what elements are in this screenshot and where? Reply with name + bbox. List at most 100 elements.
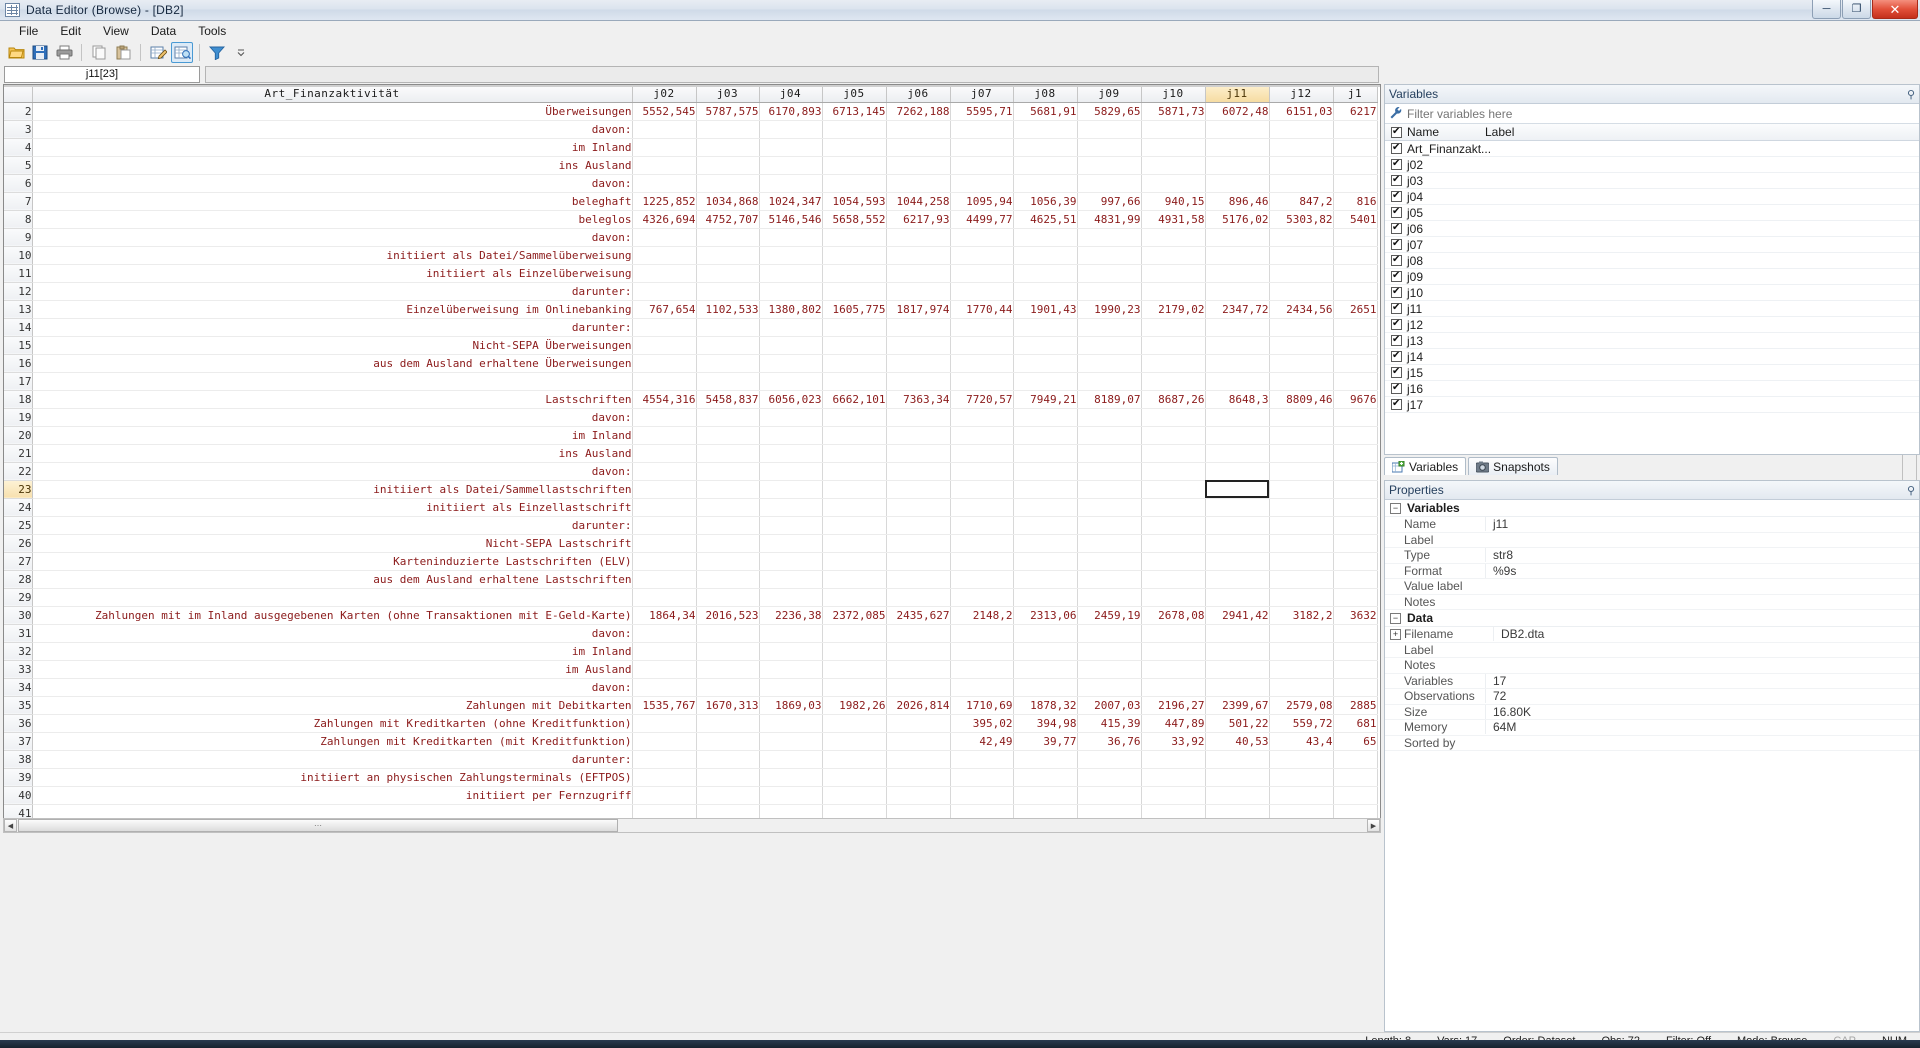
cell-j09[interactable]	[1077, 642, 1142, 661]
tab-variables[interactable]: Variables	[1384, 457, 1467, 475]
cell-j05[interactable]: 5658,552	[822, 210, 887, 229]
table-row[interactable]: 5 ins Ausland	[4, 156, 1378, 175]
cell-j12[interactable]	[1269, 156, 1334, 175]
column-header-j12[interactable]: j12	[1269, 85, 1334, 103]
cell-j07[interactable]	[950, 408, 1014, 427]
cell-j13[interactable]	[1333, 282, 1378, 301]
cell-j08[interactable]	[1013, 642, 1078, 661]
cell-j11[interactable]	[1205, 642, 1270, 661]
close-button[interactable]: ✕	[1872, 0, 1918, 19]
row-header[interactable]: 14	[4, 318, 33, 337]
cell-j04[interactable]	[759, 624, 823, 643]
table-row[interactable]: 9 davon:	[4, 228, 1378, 247]
cell-j06[interactable]	[886, 768, 951, 787]
cell-label[interactable]: beleghaft	[32, 192, 633, 211]
row-header[interactable]: 30	[4, 606, 33, 625]
cell-j13[interactable]	[1333, 156, 1378, 175]
table-row[interactable]: 6 davon:	[4, 174, 1378, 193]
cell-j06[interactable]: 1817,974	[886, 300, 951, 319]
cell-j13[interactable]	[1333, 336, 1378, 355]
cell-j05[interactable]	[822, 588, 887, 607]
list-item[interactable]: j03	[1385, 173, 1919, 189]
cell-j05[interactable]	[822, 174, 887, 193]
cell-j13[interactable]	[1333, 570, 1378, 589]
cell-j07[interactable]	[950, 174, 1014, 193]
open-icon[interactable]	[5, 42, 27, 63]
cell-label[interactable]: Überweisungen	[32, 102, 633, 121]
property-expander-icon[interactable]: +	[1390, 628, 1401, 640]
save-icon[interactable]	[29, 42, 51, 63]
cell-j02[interactable]: 4326,694	[632, 210, 697, 229]
cell-j07[interactable]	[950, 480, 1014, 499]
cell-j10[interactable]	[1141, 444, 1206, 463]
cell-j11[interactable]	[1205, 426, 1270, 445]
cell-j13[interactable]	[1333, 444, 1378, 463]
table-row[interactable]: 22 davon:	[4, 462, 1378, 481]
cell-j02[interactable]	[632, 714, 697, 733]
cell-label[interactable]: Karteninduzierte Lastschriften (ELV)	[32, 552, 633, 571]
cell-j10[interactable]	[1141, 552, 1206, 571]
properties-group-data[interactable]: − Data	[1385, 610, 1919, 627]
column-header-j05[interactable]: j05	[822, 85, 887, 103]
cell-j13[interactable]	[1333, 768, 1378, 787]
cell-label[interactable]: ins Ausland	[32, 156, 633, 175]
cell-j13[interactable]: 681	[1333, 714, 1378, 733]
column-header-j06[interactable]: j06	[886, 85, 951, 103]
cell-label[interactable]: Zahlungen mit Kreditkarten (ohne Kreditf…	[32, 714, 633, 733]
cell-j09[interactable]: 997,66	[1077, 192, 1142, 211]
cell-j04[interactable]	[759, 588, 823, 607]
column-header-label[interactable]: Art_Finanzaktivität	[32, 85, 633, 103]
menu-item-edit[interactable]: Edit	[49, 22, 92, 40]
property-value[interactable]: 64M	[1485, 720, 1919, 735]
cell-j09[interactable]: 5829,65	[1077, 102, 1142, 121]
cell-j12[interactable]	[1269, 174, 1334, 193]
column-header-j02[interactable]: j02	[632, 85, 697, 103]
row-header[interactable]: 21	[4, 444, 33, 463]
cell-j13[interactable]	[1333, 588, 1378, 607]
cell-j03[interactable]	[696, 714, 760, 733]
table-row[interactable]: 25 darunter:	[4, 516, 1378, 535]
cell-label[interactable]: initiiert als Datei/Sammellastschriften	[32, 480, 633, 499]
cell-j04[interactable]	[759, 786, 823, 805]
cell-label[interactable]: initiiert als Einzelüberweisung	[32, 264, 633, 283]
property-row[interactable]: Format %9s	[1385, 563, 1919, 579]
cell-reference-input[interactable]: j11[23]	[4, 66, 200, 83]
cell-j10[interactable]	[1141, 768, 1206, 787]
cell-j09[interactable]	[1077, 120, 1142, 139]
cell-j05[interactable]	[822, 516, 887, 535]
cell-j09[interactable]: 1990,23	[1077, 300, 1142, 319]
cell-j12[interactable]	[1269, 678, 1334, 697]
table-row[interactable]: 33 im Ausland	[4, 660, 1378, 679]
cell-j08[interactable]: 2313,06	[1013, 606, 1078, 625]
cell-j13[interactable]	[1333, 372, 1378, 391]
cell-j04[interactable]	[759, 768, 823, 787]
row-header[interactable]: 12	[4, 282, 33, 301]
cell-j06[interactable]	[886, 624, 951, 643]
variable-checkbox[interactable]	[1391, 205, 1402, 218]
property-value[interactable]: 72	[1485, 689, 1919, 704]
cell-j06[interactable]	[886, 480, 951, 499]
row-header[interactable]: 4	[4, 138, 33, 157]
cell-label[interactable]: aus dem Ausland erhaltene Überweisungen	[32, 354, 633, 373]
cell-j04[interactable]	[759, 480, 823, 499]
filter-icon[interactable]	[206, 42, 228, 63]
cell-j13[interactable]	[1333, 246, 1378, 265]
horizontal-scroll-thumb[interactable]: ⋯	[18, 819, 618, 832]
cell-j05[interactable]	[822, 732, 887, 751]
cell-label[interactable]: initiiert an physischen Zahlungsterminal…	[32, 768, 633, 787]
cell-j03[interactable]	[696, 354, 760, 373]
cell-j08[interactable]	[1013, 264, 1078, 283]
cell-j06[interactable]	[886, 336, 951, 355]
row-header[interactable]: 27	[4, 552, 33, 571]
cell-j07[interactable]	[950, 120, 1014, 139]
cell-j05[interactable]	[822, 120, 887, 139]
cell-j13[interactable]	[1333, 264, 1378, 283]
cell-j10[interactable]	[1141, 534, 1206, 553]
cell-j04[interactable]	[759, 372, 823, 391]
cell-j03[interactable]: 5787,575	[696, 102, 760, 121]
cell-j07[interactable]	[950, 570, 1014, 589]
cell-j11[interactable]	[1205, 588, 1270, 607]
cell-j08[interactable]: 1878,32	[1013, 696, 1078, 715]
cell-j03[interactable]	[696, 372, 760, 391]
variable-checkbox[interactable]	[1391, 365, 1402, 378]
